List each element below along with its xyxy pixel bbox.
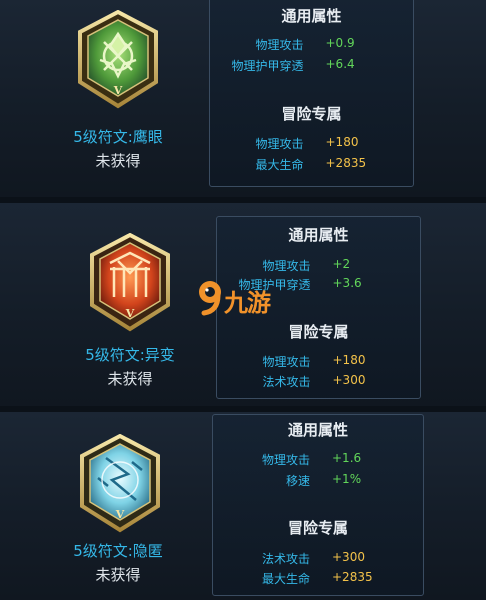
svg-text:V: V <box>113 84 123 97</box>
mutation-rune-icon: V <box>88 232 172 333</box>
stat-label: 法术攻击 <box>261 552 310 566</box>
svg-text:V: V <box>125 307 135 320</box>
adventure-exclusive-title: 冒险专属 <box>287 519 348 537</box>
stat-label: 物理攻击 <box>262 355 311 369</box>
stat-value: +180 <box>325 135 359 149</box>
rune-card-stealth: V 5级符文:隐匿 未获得 通用属性 物理攻击 +1.6 移速 +1% 冒险专属… <box>0 412 486 600</box>
stat-label: 物理攻击 <box>262 259 311 273</box>
stat-label: 物理攻击 <box>261 453 310 467</box>
stat-label: 物理护甲穿透 <box>231 59 304 73</box>
general-attributes-title: 通用属性 <box>281 7 342 25</box>
stat-row: 移速 +1% <box>213 472 423 490</box>
stat-row: 法术攻击 +300 <box>213 550 423 568</box>
rune-name: 5级符文:异变 <box>85 346 175 364</box>
general-attributes-title: 通用属性 <box>288 226 349 244</box>
stats-panel: 通用属性 物理攻击 +1.6 移速 +1% 冒险专属 法术攻击 +300 最大生… <box>212 414 424 596</box>
stat-value: +2 <box>332 257 351 271</box>
adventure-exclusive-title: 冒险专属 <box>288 323 349 341</box>
stat-value: +300 <box>332 550 365 564</box>
rune-name: 5级符文:鹰眼 <box>73 128 163 146</box>
adventure-exclusive-title: 冒险专属 <box>281 105 342 123</box>
rune-status: 未获得 <box>95 566 141 584</box>
stat-value: +0.9 <box>325 36 355 50</box>
stat-label: 最大生命 <box>255 158 304 172</box>
watermark: 九游 <box>196 279 296 319</box>
stat-value: +1% <box>332 472 362 486</box>
general-attributes-title: 通用属性 <box>287 421 348 439</box>
stat-value: +6.4 <box>325 57 355 71</box>
stat-row: 物理攻击 +180 <box>217 353 420 371</box>
stat-row: 物理攻击 +180 <box>210 135 413 153</box>
stat-value: +3.6 <box>332 276 362 290</box>
watermark-text: 九游 <box>224 289 271 317</box>
stat-row: 物理攻击 +2 <box>217 257 420 275</box>
stat-label: 物理攻击 <box>255 38 304 52</box>
rune-name: 5级符文:隐匿 <box>73 542 163 560</box>
stat-row: 物理攻击 +0.9 <box>210 36 413 54</box>
stat-value: +2835 <box>332 570 373 584</box>
rune-status: 未获得 <box>107 370 153 388</box>
stat-value: +2835 <box>325 156 367 170</box>
9game-logo-icon <box>199 281 221 316</box>
stat-row: 法术攻击 +300 <box>217 373 420 391</box>
rune-status: 未获得 <box>95 152 141 170</box>
stat-row: 物理护甲穿透 +6.4 <box>210 57 413 75</box>
stat-label: 移速 <box>285 474 310 488</box>
stealth-rune-icon: V <box>78 433 162 534</box>
stat-row: 最大生命 +2835 <box>210 156 413 174</box>
stat-row: 物理攻击 +1.6 <box>213 451 423 469</box>
rune-card-hawk-eye: V 5级符文:鹰眼 未获得 通用属性 物理攻击 +0.9 物理护甲穿透 +6.4… <box>0 0 486 197</box>
stat-value: +300 <box>332 373 366 387</box>
svg-text:V: V <box>115 508 125 521</box>
stat-label: 法术攻击 <box>262 375 311 389</box>
stat-label: 最大生命 <box>261 572 310 586</box>
stats-panel: 通用属性 物理攻击 +0.9 物理护甲穿透 +6.4 冒险专属 物理攻击 +18… <box>209 0 414 187</box>
stat-row: 最大生命 +2835 <box>213 570 423 588</box>
hawk-eye-rune-icon: V <box>76 9 160 110</box>
stat-value: +1.6 <box>332 451 362 465</box>
stat-value: +180 <box>332 353 366 367</box>
stat-label: 物理攻击 <box>255 137 304 151</box>
